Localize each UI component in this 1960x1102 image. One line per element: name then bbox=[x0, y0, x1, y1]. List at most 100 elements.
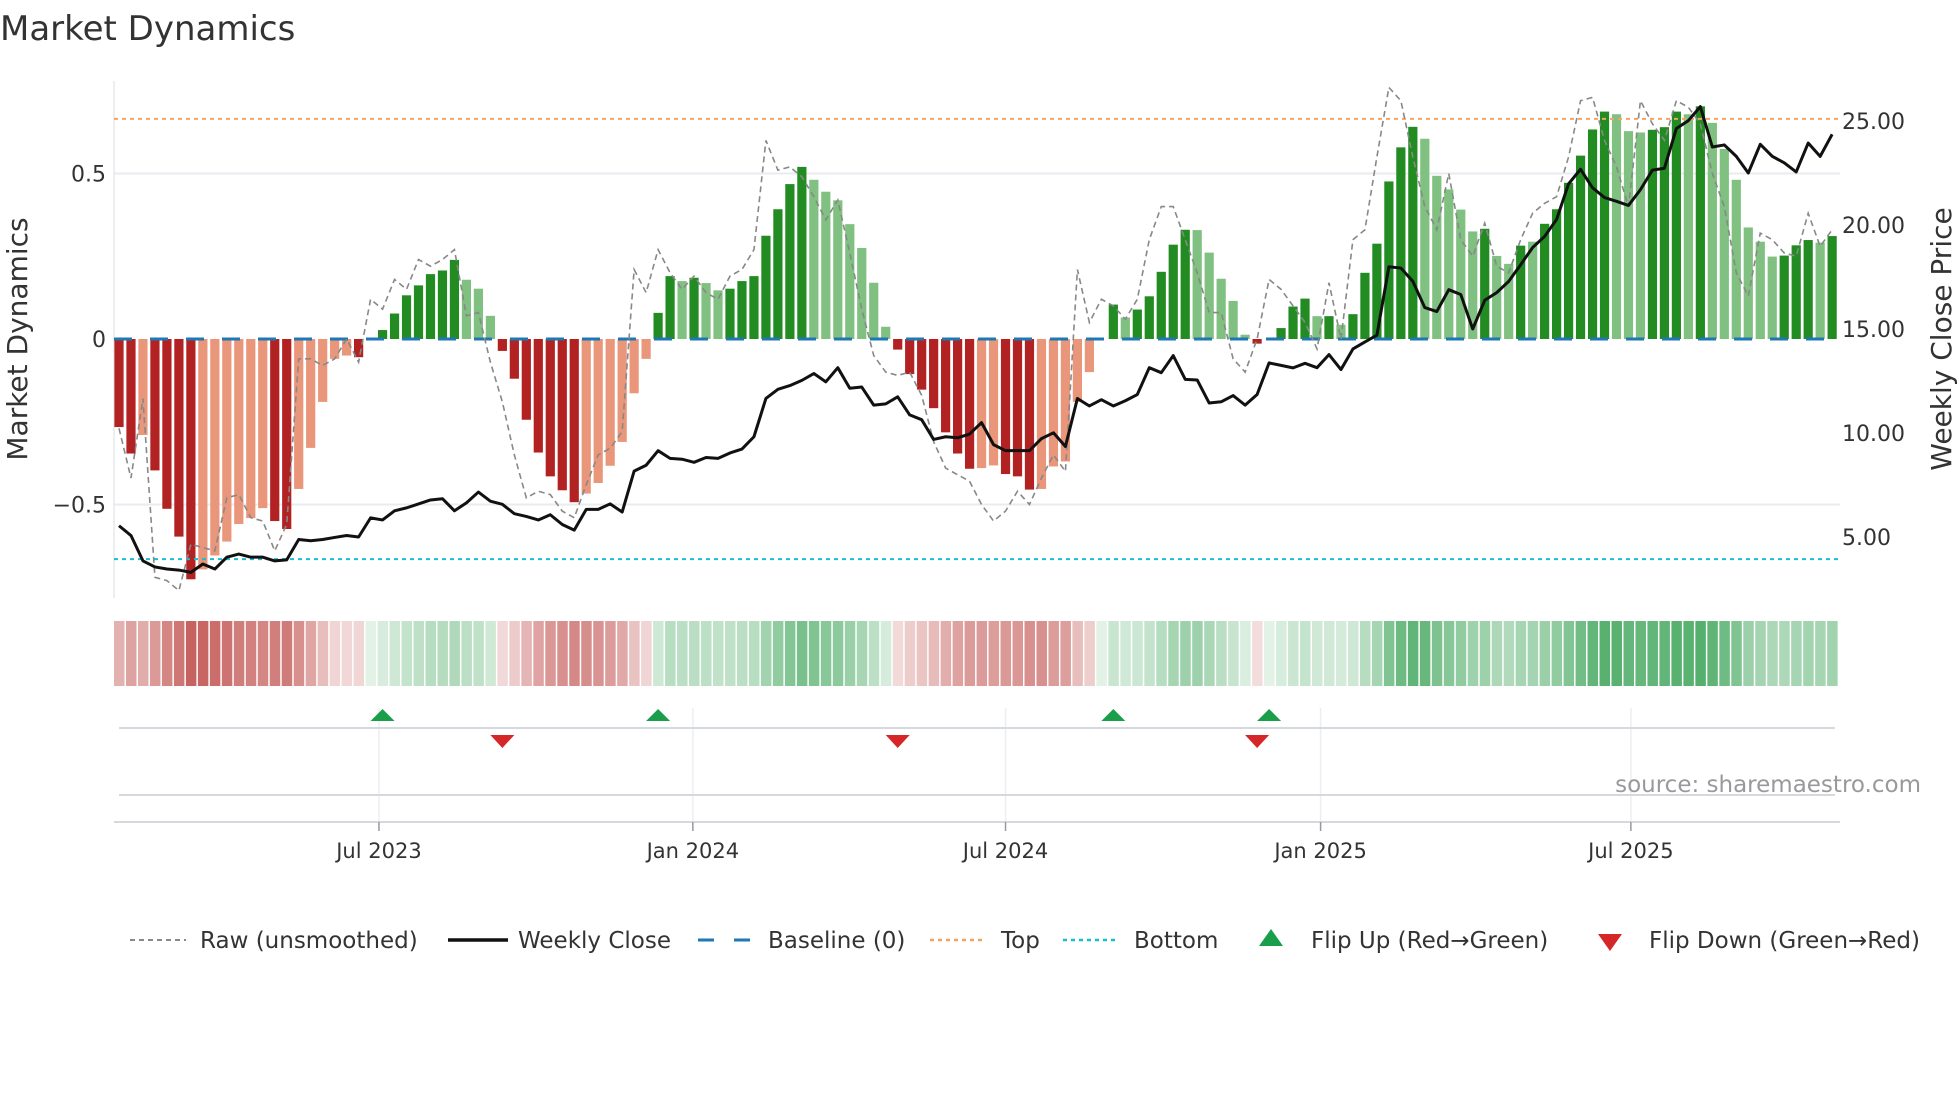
legend-item-baseline[interactable]: Baseline (0) bbox=[698, 928, 905, 954]
heat-strip-cell bbox=[1551, 621, 1563, 686]
heat-strip-cell bbox=[1815, 621, 1826, 686]
heat-strip-cell bbox=[689, 621, 700, 686]
x-tick-label: Jul 2025 bbox=[1586, 839, 1673, 863]
momentum-bar bbox=[1024, 339, 1035, 490]
heat-strip-cell bbox=[880, 621, 892, 686]
right-axis-label: Weekly Close Price bbox=[1925, 207, 1958, 470]
heat-strip-cell bbox=[1503, 621, 1515, 686]
momentum-bar bbox=[485, 315, 495, 339]
legend: Raw (unsmoothed) Weekly Close Baseline (… bbox=[130, 928, 1920, 954]
legend-item-raw[interactable]: Raw (unsmoothed) bbox=[130, 928, 418, 954]
heat-strip-cell bbox=[1252, 621, 1263, 686]
momentum-bar bbox=[1731, 179, 1741, 339]
heat-strip-cell bbox=[1000, 621, 1012, 686]
momentum-bar bbox=[413, 285, 424, 339]
heat-strip-cell bbox=[1647, 621, 1658, 686]
momentum-bar bbox=[1204, 252, 1214, 339]
heat-strip-cell bbox=[1144, 621, 1155, 686]
momentum-bar bbox=[1683, 114, 1693, 339]
legend-label-close: Weekly Close bbox=[518, 928, 671, 954]
heat-strip-cell bbox=[976, 621, 988, 686]
legend-label-top: Top bbox=[1000, 928, 1040, 954]
legend-item-bottom[interactable]: Bottom bbox=[1063, 928, 1218, 954]
momentum-bar bbox=[330, 339, 340, 359]
heat-strip-cell bbox=[1455, 621, 1467, 686]
heat-strip-cell bbox=[473, 621, 484, 686]
heat-strip-cell bbox=[605, 621, 616, 686]
heat-strip-cell bbox=[677, 621, 688, 686]
momentum-bar bbox=[593, 339, 603, 483]
momentum-bar bbox=[893, 339, 903, 350]
heat-strip-cell bbox=[784, 621, 796, 686]
heat-strip-cell bbox=[892, 621, 904, 686]
momentum-bar bbox=[1120, 317, 1130, 339]
momentum-bar bbox=[1552, 209, 1562, 339]
momentum-bar bbox=[1611, 114, 1622, 339]
momentum-bar bbox=[1791, 245, 1801, 339]
heat-strip-cell bbox=[1719, 621, 1730, 686]
momentum-bar bbox=[641, 339, 651, 359]
heat-strip-cell bbox=[185, 621, 197, 686]
heat-strip-cell bbox=[509, 621, 520, 686]
chart-title: Market Dynamics bbox=[0, 9, 295, 49]
momentum-bar bbox=[1132, 309, 1142, 339]
heat-strip-cell bbox=[389, 621, 401, 686]
right-y-tick-label: 10.00 bbox=[1842, 422, 1905, 447]
momentum-bar bbox=[1228, 300, 1238, 339]
momentum-bar bbox=[785, 184, 795, 339]
heat-strip-cell bbox=[533, 621, 544, 686]
momentum-bar bbox=[797, 166, 807, 339]
heat-strip-cell bbox=[341, 621, 353, 686]
flip-up-marker bbox=[1101, 709, 1126, 721]
heat-strip-cell bbox=[114, 621, 125, 686]
heat-strip-cell bbox=[868, 621, 880, 686]
momentum-bar bbox=[1528, 241, 1538, 339]
momentum-bar bbox=[1623, 131, 1634, 339]
heat-strip-cell bbox=[808, 621, 820, 686]
momentum-bar bbox=[1767, 256, 1777, 339]
momentum-bar bbox=[1396, 147, 1406, 339]
heat-strip-cell bbox=[1683, 621, 1694, 686]
momentum-bar bbox=[941, 339, 951, 433]
momentum-bar bbox=[186, 339, 196, 580]
heat-strip-cell bbox=[161, 621, 173, 686]
momentum-bar bbox=[437, 270, 448, 339]
heat-strip-cell bbox=[1803, 621, 1814, 686]
heat-strip-cell bbox=[629, 621, 640, 686]
momentum-bar bbox=[1671, 111, 1681, 339]
flip-up-marker bbox=[370, 709, 395, 721]
heat-strip-cell bbox=[1359, 621, 1371, 686]
heat-strip-cell bbox=[713, 621, 724, 686]
heat-strip-cell bbox=[521, 621, 532, 686]
flip-markers-panel bbox=[114, 709, 1840, 823]
x-tick-label: Jan 2024 bbox=[645, 839, 740, 863]
heat-strip-cell bbox=[1755, 621, 1766, 686]
momentum-bar bbox=[881, 326, 891, 339]
heat-strip-cell bbox=[1072, 621, 1083, 686]
heat-strip-cell bbox=[1156, 621, 1167, 686]
momentum-bar bbox=[1432, 175, 1442, 339]
heat-strip-cell bbox=[1036, 621, 1047, 686]
momentum-bar bbox=[964, 339, 975, 469]
legend-item-top[interactable]: Top bbox=[930, 928, 1040, 954]
heat-strip-cell bbox=[545, 621, 556, 686]
momentum-bar bbox=[929, 339, 939, 409]
heat-strip-cell bbox=[305, 621, 317, 686]
heat-strip-cell bbox=[437, 621, 448, 686]
momentum-bar bbox=[845, 224, 855, 339]
heat-strip-cell bbox=[269, 621, 281, 686]
legend-item-close[interactable]: Weekly Close bbox=[448, 928, 671, 954]
legend-item-flip-up[interactable]: Flip Up (Red→Green) bbox=[1259, 928, 1548, 954]
heat-strip-cell bbox=[1276, 621, 1287, 686]
momentum-bar bbox=[1000, 339, 1011, 475]
legend-item-flip-down[interactable]: Flip Down (Green→Red) bbox=[1598, 928, 1920, 954]
momentum-bar bbox=[1695, 106, 1705, 339]
x-tick-label: Jul 2023 bbox=[334, 839, 421, 863]
heat-strip-cell bbox=[904, 621, 916, 686]
momentum-bar bbox=[976, 339, 987, 469]
heat-strip-cell bbox=[593, 621, 604, 686]
flip-up-triangle-icon bbox=[1259, 929, 1283, 946]
heat-strip-cell bbox=[353, 621, 365, 686]
heat-strip-cell bbox=[497, 621, 508, 686]
heat-strip-cell bbox=[221, 621, 233, 686]
